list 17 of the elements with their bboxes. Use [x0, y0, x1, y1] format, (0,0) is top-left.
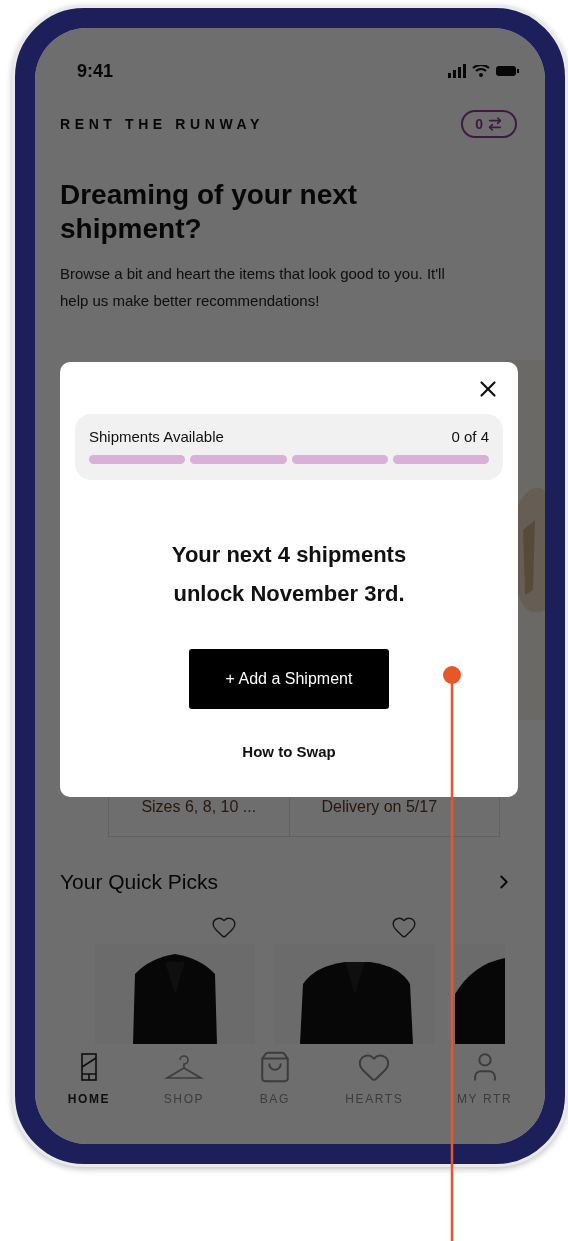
plan-detail: Sizes 6, 8, 10 ... — [140, 797, 258, 817]
meter-label: Shipments Available — [89, 428, 224, 445]
meter-reading: 0 of 4 — [451, 428, 489, 445]
swap-arrows-icon — [487, 116, 503, 132]
unlock-message: Your next 4 shipments unlock November 3rd. — [170, 541, 408, 608]
how-to-swap-link[interactable]: How to Swap — [242, 743, 336, 760]
brand-logo: RENT THE RUNWAY — [60, 116, 264, 132]
swap-counter[interactable]: 0 — [461, 110, 517, 138]
wifi-icon — [472, 65, 490, 77]
add-shipment-button[interactable]: + Add a Shipment — [189, 649, 389, 709]
page-title: Dreaming of your next shipment? — [60, 178, 359, 246]
battery-icon — [496, 66, 519, 76]
intro-text: Browse a bit and heart the items that look good to you. It'll help us make better recommendations! — [60, 264, 446, 311]
section-title: Your Quick Picks — [60, 870, 218, 894]
status-time: 9:41 — [77, 60, 114, 82]
tab-item[interactable]: HOME — [67, 1050, 111, 1106]
signal-icon — [448, 64, 466, 78]
